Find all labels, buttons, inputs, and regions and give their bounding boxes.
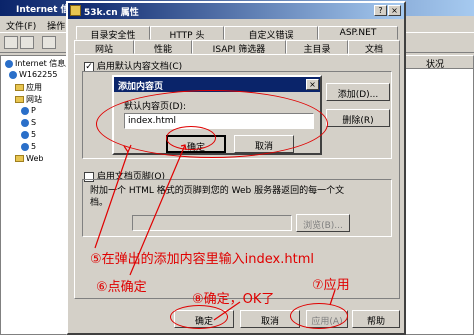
annotation-step6: ⑥点确定 [96,280,147,295]
annotation-step8: ⑧确定，OK了 [192,292,275,307]
annotation-arrows [94,144,336,321]
annotation-step7: ⑦应用 [312,278,350,293]
annotation-step5: ⑤在弹出的添加内容里输入index.html [90,252,314,267]
